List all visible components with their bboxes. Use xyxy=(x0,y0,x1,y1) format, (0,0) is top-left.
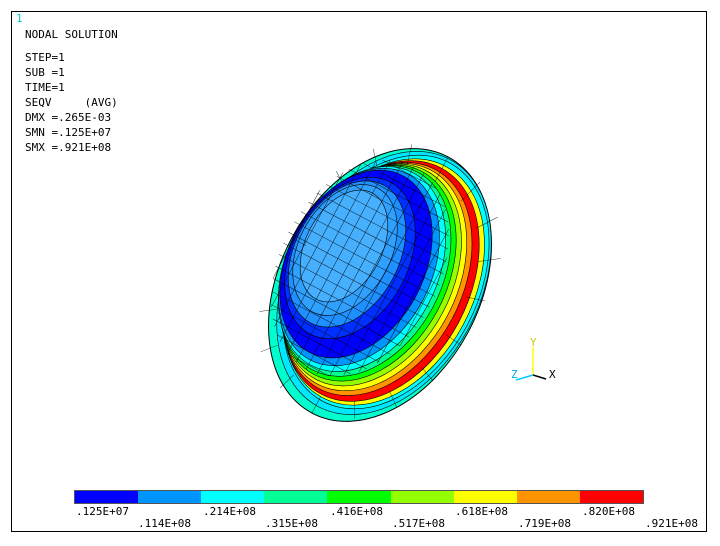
legend-color-cell xyxy=(516,491,580,503)
legend-color-cell xyxy=(453,491,517,503)
x-axis-label: X xyxy=(549,368,556,381)
legend-color-cell xyxy=(201,491,265,503)
legend-label: .618E+08 xyxy=(455,505,508,518)
legend-label: .125E+07 xyxy=(76,505,129,518)
legend-color-cell xyxy=(264,491,328,503)
y-axis-label: Y xyxy=(530,336,537,349)
legend-label: .921E+08 xyxy=(645,517,698,530)
legend-color-cell xyxy=(138,491,202,503)
x-axis-line xyxy=(532,374,547,380)
legend-label: .719E+08 xyxy=(518,517,571,530)
legend-label: .114E+08 xyxy=(138,517,191,530)
contour-legend-bar xyxy=(74,490,644,504)
coordinate-triad: Y X Z xyxy=(511,336,556,381)
legend-label: .517E+08 xyxy=(392,517,445,530)
z-axis-line xyxy=(515,374,534,381)
legend-label: .315E+08 xyxy=(265,517,318,530)
legend-label: .416E+08 xyxy=(330,505,383,518)
legend-color-cell xyxy=(390,491,454,503)
legend-label: .214E+08 xyxy=(203,505,256,518)
legend-color-cell xyxy=(75,491,139,503)
legend-color-cell xyxy=(579,491,643,503)
legend-color-cell xyxy=(327,491,391,503)
legend-label: .820E+08 xyxy=(582,505,635,518)
z-axis-label: Z xyxy=(511,368,518,381)
